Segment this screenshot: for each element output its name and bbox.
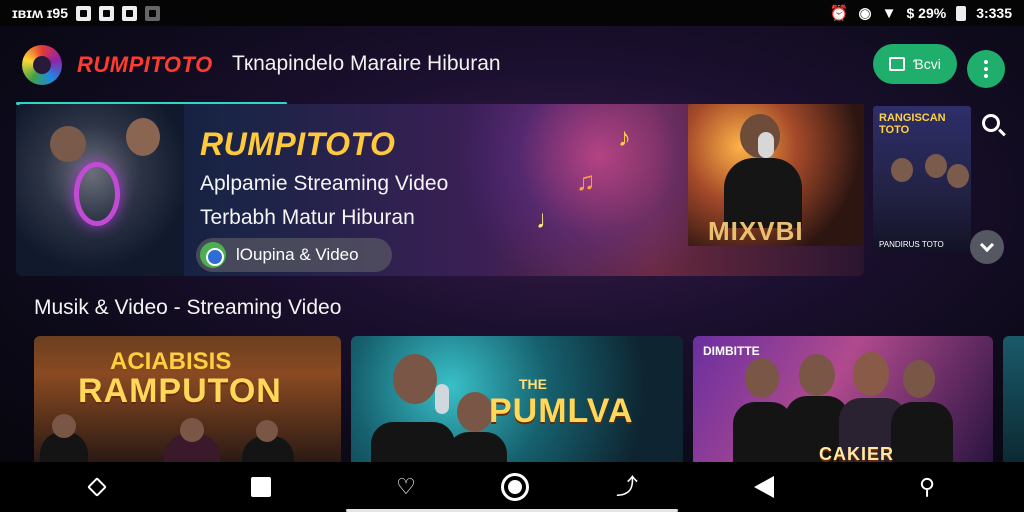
header-tagline: Ткnapindelo Maraire Hiburan — [232, 52, 501, 75]
music-note-icon: ♪ — [618, 122, 631, 152]
status-bar: ɪвɪʍ ɪ95 ⏰ ◉ ▼ $ 29% 3:335 — [0, 0, 1024, 26]
wifi-icon: ◉ — [858, 4, 872, 22]
guitar-icon — [74, 162, 120, 226]
hero-chip-label: lOupina & Video — [236, 245, 359, 264]
thumbnail-title: RANGISCAN TOTO — [879, 112, 946, 136]
battery-percent: $ 29% — [906, 5, 947, 21]
key-icon[interactable]: ⚲ — [919, 476, 935, 498]
square-icon[interactable] — [251, 477, 271, 497]
video-card[interactable] — [1003, 336, 1024, 462]
battery-icon — [956, 5, 967, 21]
status-time: 3:335 — [976, 5, 1012, 21]
back-icon[interactable] — [754, 476, 774, 498]
status-left-text: ɪвɪʍ ɪ95 — [12, 5, 68, 21]
header-action-button[interactable]: Ɓcvi — [873, 44, 957, 84]
hero-subtitle-2: Terbabh Matur Hiburan — [200, 206, 415, 229]
app-screen: RUMPITOTO Ткnapindelo Maraire Hiburan Ɓc… — [0, 26, 1024, 462]
heart-icon[interactable]: ♡ — [396, 476, 416, 498]
hero-artwork — [16, 104, 184, 276]
top-app-bar: RUMPITOTO Ткnapindelo Maraire Hiburan Ɓc… — [0, 26, 1024, 102]
video-card[interactable]: ACIABISIS RAMPUTON — [34, 336, 341, 462]
hero-side-poster[interactable]: MIXVBI — [688, 104, 864, 246]
share-icon[interactable]: ⤴ — [616, 476, 638, 498]
diamond-icon[interactable] — [87, 477, 107, 497]
card-kicker: DIMBITTE — [703, 344, 760, 358]
video-card[interactable]: DIMBITTE CAKIER — [693, 336, 993, 462]
card-title: CAKIER — [819, 444, 895, 462]
hero-category-chip[interactable]: lOupina & Video — [196, 238, 392, 272]
music-note-icon: ♩ — [536, 204, 562, 234]
home-icon[interactable] — [501, 473, 529, 501]
hero-thumbnail-card[interactable]: RANGISCAN TOTO PANDIRUS TOTO — [873, 106, 971, 252]
hero-subtitle-1: Aplpamie Streaming Video — [200, 172, 449, 195]
section-title: Musik & Video - Streaming Video — [34, 296, 342, 319]
play-badge-icon — [200, 242, 226, 268]
expand-button[interactable] — [970, 230, 1004, 264]
thumbnail-caption: PANDIRUS TOTO — [879, 240, 944, 249]
app-logo-icon[interactable] — [22, 45, 62, 85]
video-card[interactable]: THE PUMLVA — [351, 336, 683, 462]
microphone-icon — [435, 384, 449, 414]
card-title: PUMLVA — [489, 392, 634, 430]
tv-icon — [889, 57, 906, 71]
hero-side-label: MIXVBI — [708, 216, 804, 246]
chevron-down-icon — [979, 237, 995, 252]
more-vert-icon — [984, 60, 988, 64]
more-options-button[interactable] — [967, 50, 1005, 88]
music-note-icon: ♫ — [576, 166, 596, 196]
microphone-icon — [758, 132, 774, 158]
hero-title: RUMPITOTO — [200, 126, 396, 162]
system-nav-bar: ♡ ⤴ ⚲ — [0, 462, 1024, 512]
image-icon — [144, 5, 160, 21]
card-title: RAMPUTON — [78, 372, 282, 410]
alarm-icon: ⏰ — [829, 4, 849, 22]
signal-icon: ▼ — [881, 4, 897, 22]
stage-lights — [436, 104, 706, 276]
camera-icon — [98, 5, 114, 21]
header-action-label: Ɓcvi — [913, 56, 941, 72]
notification-icon — [75, 5, 91, 21]
brand-name: RUMPITOTO — [77, 52, 213, 77]
search-icon[interactable] — [982, 114, 1000, 132]
app-icon — [121, 5, 137, 21]
card-kicker: THE — [519, 376, 547, 392]
